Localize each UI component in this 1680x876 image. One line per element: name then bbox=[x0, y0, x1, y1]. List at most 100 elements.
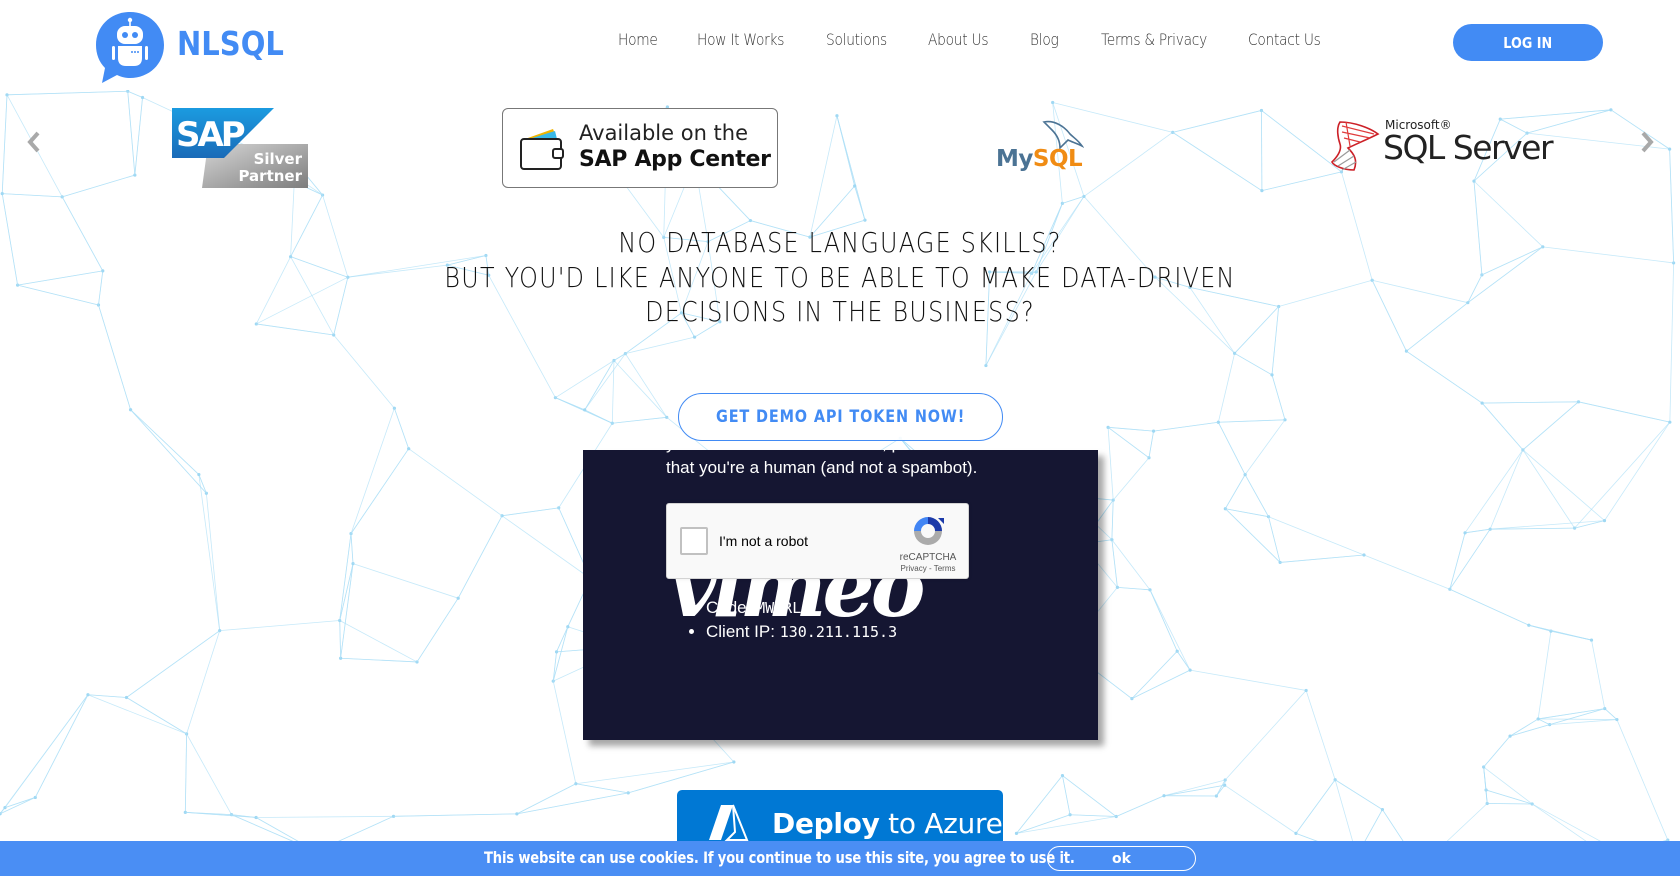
nav-how-it-works[interactable]: How It Works bbox=[697, 30, 784, 49]
cookie-banner: This website can use cookies. If you con… bbox=[0, 841, 1680, 876]
verification-text: that you're a human (and not a spambot). bbox=[666, 458, 978, 477]
network-line bbox=[339, 620, 418, 663]
site-header: NLSQL Home How It Works Solutions About … bbox=[0, 0, 1680, 90]
network-line bbox=[61, 196, 104, 272]
svg-text:Partner: Partner bbox=[238, 167, 302, 185]
sap-app-center-badge[interactable]: Available on the SAP App Center bbox=[502, 108, 778, 188]
get-demo-token-button[interactable]: GET DEMO API TOKEN NOW! bbox=[678, 393, 1003, 441]
network-line bbox=[127, 90, 143, 98]
recaptcha-links: Privacy - Terms bbox=[900, 564, 956, 573]
network-line bbox=[625, 336, 695, 355]
recaptcha-privacy-link[interactable]: Privacy bbox=[901, 564, 927, 573]
network-line bbox=[205, 493, 221, 631]
nav-terms-privacy[interactable]: Terms & Privacy bbox=[1101, 30, 1207, 49]
headline-line-2: BUT YOU'D LIKE ANYONE TO BE ABLE TO MAKE… bbox=[444, 260, 1236, 294]
network-line bbox=[1372, 279, 1468, 304]
network-line bbox=[1578, 401, 1670, 423]
sql-server-logo[interactable]: Microsoft® SQL Server bbox=[1330, 114, 1554, 180]
network-line bbox=[584, 360, 615, 411]
nav-about-us[interactable]: About Us bbox=[928, 30, 988, 49]
nav-contact-us[interactable]: Contact Us bbox=[1248, 30, 1321, 49]
recaptcha-terms-link[interactable]: Terms bbox=[934, 564, 956, 573]
verification-text-cut: your connection. To continue, please con… bbox=[666, 450, 1002, 454]
network-line bbox=[1522, 449, 1605, 521]
network-line bbox=[1538, 718, 1617, 720]
network-line bbox=[350, 448, 410, 534]
nav-blog[interactable]: Blog bbox=[1030, 30, 1059, 49]
network-line bbox=[1268, 516, 1281, 563]
network-line bbox=[290, 256, 335, 336]
network-line bbox=[1616, 719, 1669, 841]
network-node bbox=[124, 695, 129, 700]
network-line bbox=[1522, 449, 1575, 529]
svg-text:Silver: Silver bbox=[254, 150, 303, 168]
network-line bbox=[416, 597, 459, 663]
network-line bbox=[1467, 274, 1483, 303]
network-line bbox=[1449, 528, 1491, 590]
network-line bbox=[1244, 419, 1286, 475]
network-line bbox=[1406, 302, 1469, 352]
network-line bbox=[552, 626, 569, 682]
carousel-next-button[interactable] bbox=[1637, 130, 1657, 154]
azure-icon bbox=[709, 804, 749, 841]
network-line bbox=[1111, 539, 1118, 588]
network-line bbox=[98, 270, 104, 306]
network-node bbox=[732, 760, 736, 764]
network-line bbox=[1537, 718, 1550, 725]
network-line bbox=[130, 409, 200, 475]
network-line bbox=[1295, 779, 1336, 834]
network-line bbox=[130, 409, 207, 494]
network-line bbox=[1148, 431, 1154, 458]
network-line bbox=[584, 353, 626, 411]
network-line bbox=[1112, 457, 1150, 501]
network-line bbox=[393, 813, 517, 817]
network-node bbox=[1668, 420, 1672, 424]
network-line bbox=[501, 515, 591, 579]
network-line bbox=[1483, 735, 1511, 768]
nav-solutions[interactable]: Solutions bbox=[826, 30, 887, 49]
network-line bbox=[1131, 650, 1178, 699]
network-node bbox=[1466, 301, 1470, 305]
network-line bbox=[1483, 766, 1533, 805]
partner-carousel: SAP Silver Partner Available on the SAP … bbox=[0, 100, 1680, 196]
brand-name: NLSQL bbox=[177, 24, 284, 63]
wallet-icon bbox=[520, 129, 564, 170]
network-line bbox=[555, 397, 585, 411]
sap-silver-partner-logo[interactable]: SAP Silver Partner bbox=[172, 108, 308, 188]
network-line bbox=[333, 334, 395, 409]
network-line bbox=[1280, 554, 1365, 563]
recaptcha-checkbox[interactable] bbox=[680, 527, 708, 555]
network-line bbox=[340, 657, 418, 663]
cta-label: GET DEMO API TOKEN NOW! bbox=[715, 407, 966, 427]
network-line bbox=[1062, 775, 1117, 817]
network-line bbox=[1217, 353, 1236, 423]
mysql-logo[interactable]: MySQL bbox=[996, 120, 1086, 180]
network-node bbox=[456, 596, 460, 600]
network-line bbox=[1116, 795, 1165, 817]
network-line bbox=[340, 563, 354, 659]
vimeo-embed[interactable]: your connection. To continue, please con… bbox=[583, 450, 1098, 740]
detail-client-ip: Client IP: 130.211.115.3 bbox=[706, 620, 897, 644]
nav-home[interactable]: Home bbox=[618, 30, 658, 49]
cookie-ok-button[interactable]: ok bbox=[1047, 846, 1196, 871]
recaptcha-widget: I'm not a robot reCAPTCHA Privacy - Term… bbox=[666, 503, 969, 579]
network-line bbox=[552, 651, 557, 682]
login-button[interactable]: LOG IN bbox=[1453, 24, 1603, 61]
brand-logo[interactable]: NLSQL bbox=[94, 10, 284, 84]
network-line bbox=[1111, 539, 1151, 591]
network-line bbox=[1117, 586, 1151, 591]
network-line bbox=[628, 761, 734, 794]
network-line bbox=[1217, 422, 1246, 475]
chevron-left-icon bbox=[27, 131, 40, 153]
network-line bbox=[1528, 624, 1592, 641]
carousel-prev-button[interactable] bbox=[24, 130, 44, 154]
network-line bbox=[1070, 814, 1117, 817]
network-line bbox=[584, 409, 613, 424]
network-line bbox=[1483, 766, 1488, 804]
network-line bbox=[1271, 374, 1286, 420]
chevron-right-icon bbox=[1641, 131, 1654, 153]
network-line bbox=[1218, 419, 1286, 423]
network-line bbox=[1509, 718, 1539, 737]
network-line bbox=[185, 811, 257, 818]
network-line bbox=[1107, 427, 1114, 501]
